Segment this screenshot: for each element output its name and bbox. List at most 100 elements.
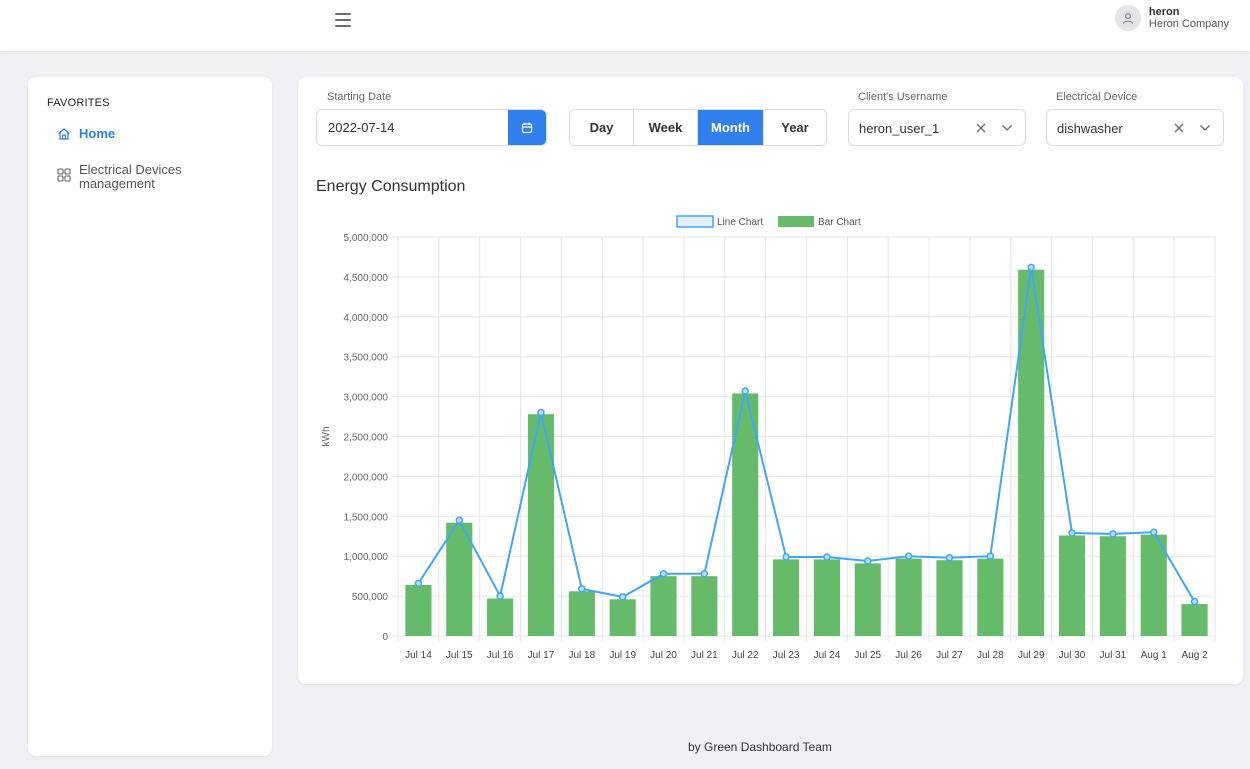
y-tick-label: 3,500,000 [344, 353, 389, 364]
grid-icon [57, 168, 71, 182]
y-tick-label: 1,500,000 [344, 512, 389, 523]
starting-date-input[interactable] [317, 110, 511, 145]
line-point [782, 553, 790, 561]
sidebar-item-label: Electrical Devices [79, 162, 182, 177]
menu-toggle-icon[interactable] [335, 13, 351, 27]
line-point [1149, 528, 1158, 537]
y-tick-label: 3,000,000 [344, 393, 389, 404]
line-point [1190, 597, 1199, 606]
period-month-button[interactable]: Month [698, 110, 764, 145]
legend-label-line: Line Chart [717, 217, 763, 228]
user-icon [1114, 5, 1141, 31]
home-icon [58, 128, 70, 140]
bar [568, 591, 595, 636]
x-tick-label: Jul 22 [732, 650, 759, 661]
bar [936, 560, 963, 636]
x-tick-label: Jul 24 [814, 650, 841, 661]
line-point [1068, 529, 1076, 537]
section-title: Energy Consumption [316, 178, 466, 195]
bar [854, 563, 881, 636]
x-tick-label: Jul 16 [487, 650, 514, 661]
user-company: Heron Company [1148, 18, 1229, 30]
line-point [496, 592, 504, 600]
bar [1099, 536, 1126, 636]
x-tick-label: Jul 29 [1018, 650, 1045, 661]
bar [1181, 604, 1208, 636]
sidebar-item-label-2: management [79, 176, 155, 191]
y-tick-label: 5,000,000 [344, 233, 389, 244]
top-bar: heron Heron Company [0, 0, 1250, 51]
chevron-down-icon[interactable] [1199, 123, 1211, 133]
line-point [414, 579, 423, 588]
line-point [455, 516, 464, 525]
bar [609, 599, 636, 636]
x-tick-label: Jul 27 [936, 650, 963, 661]
period-selector: Day Week Month Year [569, 109, 827, 146]
bar [773, 559, 800, 636]
x-tick-label: Jul 14 [405, 650, 432, 661]
x-tick-label: Jul 21 [691, 650, 718, 661]
clear-device-icon[interactable] [1173, 122, 1185, 134]
line-point [700, 570, 709, 578]
line-point [1109, 530, 1117, 538]
clear-username-icon[interactable] [975, 122, 987, 134]
x-tick-label: Jul 20 [650, 650, 677, 661]
line-point [537, 408, 545, 417]
period-day-button[interactable]: Day [570, 110, 634, 145]
line-point [904, 552, 913, 560]
bar [527, 414, 555, 636]
x-tick-label: Jul 31 [1100, 650, 1127, 661]
line-point [741, 387, 749, 395]
device-value: dishwasher [1057, 121, 1123, 136]
bar [487, 598, 514, 636]
user-menu[interactable]: heron Heron Company [1114, 5, 1229, 31]
y-tick-label: 1,000,000 [344, 552, 389, 563]
bar [650, 576, 677, 636]
line-point [986, 552, 995, 560]
y-tick-label: 500,000 [352, 592, 389, 603]
y-tick-label: 2,000,000 [344, 472, 389, 483]
period-year-button[interactable]: Year [764, 110, 826, 145]
device-label: Electrical Device [1056, 91, 1138, 103]
line-point [618, 593, 627, 601]
bar [405, 584, 432, 636]
bar [1058, 535, 1086, 636]
line-point [1027, 263, 1035, 272]
chevron-down-icon[interactable] [1001, 123, 1013, 133]
device-select[interactable]: dishwasher [1046, 109, 1224, 146]
period-week-button[interactable]: Week [634, 110, 698, 145]
username-select[interactable]: heron_user_1 [848, 109, 1026, 146]
calendar-icon [521, 122, 533, 133]
user-name: heron [1148, 6, 1180, 18]
starting-date-label: Starting Date [327, 91, 392, 103]
x-tick-label: Aug 1 [1141, 650, 1168, 661]
sidebar-item-electrical-devices[interactable]: Electrical Devices management [57, 163, 182, 191]
x-tick-label: Jul 30 [1059, 650, 1086, 661]
bar [813, 559, 840, 636]
x-tick-label: Jul 26 [895, 650, 922, 661]
username-label: Client's Username [858, 91, 948, 103]
legend-swatch-bar [778, 216, 814, 227]
sidebar: FAVORITES Home Electrical Devices manage… [28, 77, 272, 756]
line-point [578, 585, 586, 593]
energy-consumption-chart: 0 500,000 1,000,000 1,500,000 2,000,000 2,500… [321, 215, 1216, 661]
main-panel: Starting Date Day Week Month Year Client… [298, 77, 1243, 684]
legend-label-bar: Bar Chart [818, 217, 861, 228]
bar [977, 558, 1004, 636]
sidebar-item-home[interactable]: Home [57, 126, 115, 141]
footer: by Green Dashboard Team [688, 740, 832, 754]
sidebar-heading: FAVORITES [47, 97, 110, 109]
y-tick-label: 4,000,000 [344, 313, 389, 324]
bar [895, 558, 922, 636]
bar [1140, 534, 1167, 636]
x-tick-label: Jul 23 [773, 650, 800, 661]
y-tick-label: 2,500,000 [344, 433, 389, 444]
starting-date-field[interactable] [316, 109, 547, 146]
calendar-button[interactable] [508, 110, 546, 145]
x-tick-label: Jul 15 [446, 650, 473, 661]
legend-swatch-line [676, 215, 714, 228]
y-tick-label: 0 [382, 632, 388, 643]
line-point [945, 554, 954, 562]
y-tick-label: 4,500,000 [344, 273, 389, 284]
line-point [659, 570, 668, 578]
